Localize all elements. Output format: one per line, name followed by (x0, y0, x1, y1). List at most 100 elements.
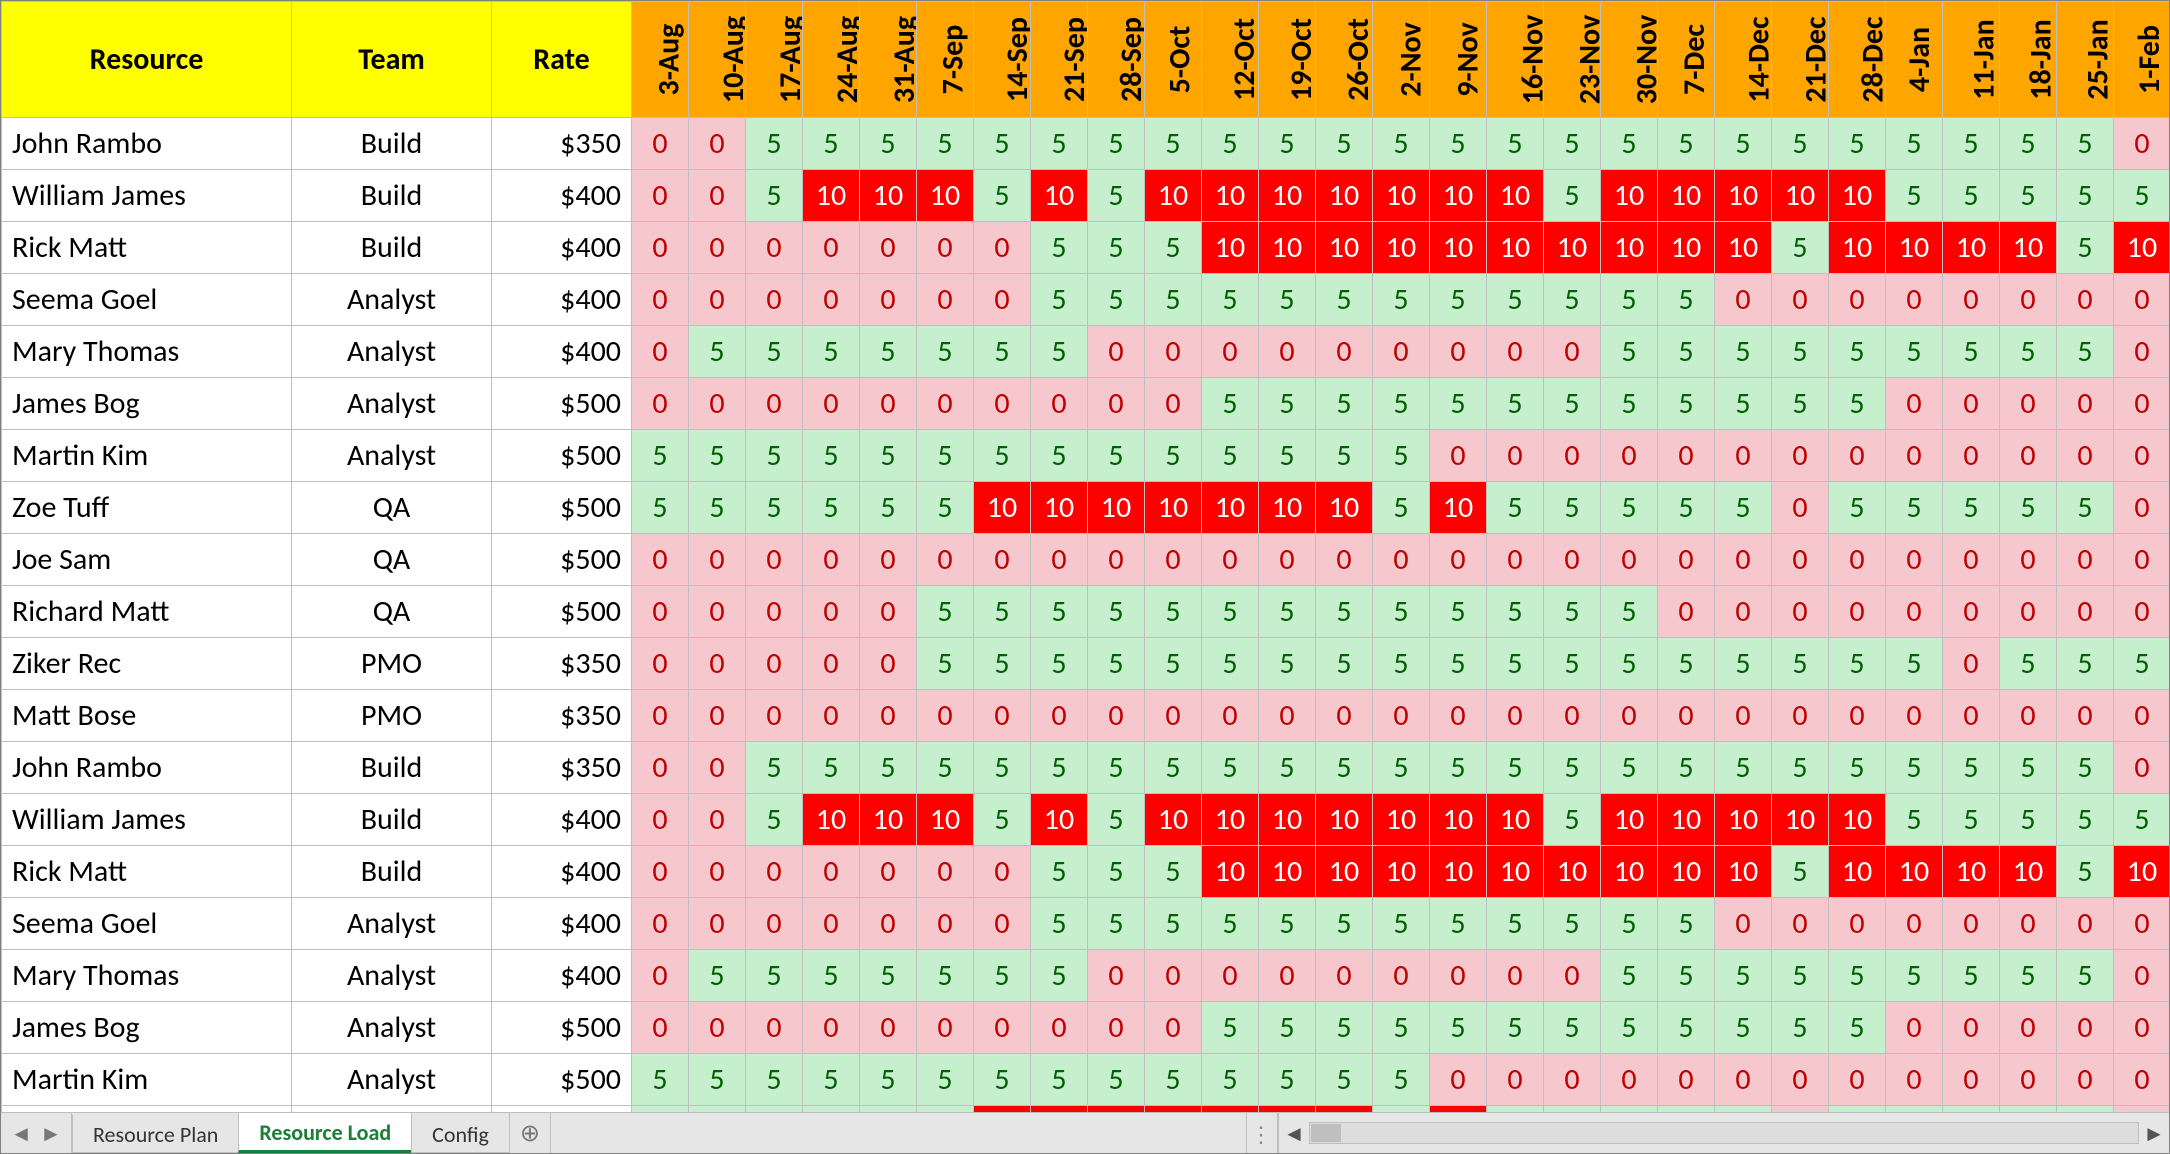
load-cell[interactable]: 0 (860, 638, 917, 690)
load-cell[interactable]: 5 (1373, 586, 1430, 638)
header-date[interactable]: 5-Oct (1145, 2, 1202, 118)
load-cell[interactable]: 0 (689, 170, 746, 222)
load-cell[interactable]: 10 (1658, 846, 1715, 898)
load-cell[interactable]: 5 (1943, 326, 2000, 378)
load-cell[interactable]: 10 (1373, 170, 1430, 222)
load-cell[interactable]: 5 (1031, 950, 1088, 1002)
load-cell[interactable]: 5 (1601, 118, 1658, 170)
load-cell[interactable]: 10 (1886, 222, 1943, 274)
load-cell[interactable]: 5 (974, 742, 1031, 794)
load-cell[interactable]: 0 (1772, 274, 1829, 326)
load-cell[interactable]: 5 (689, 430, 746, 482)
load-cell[interactable]: 5 (1316, 586, 1373, 638)
load-cell[interactable]: 10 (1259, 170, 1316, 222)
load-cell[interactable]: 0 (632, 638, 689, 690)
load-cell[interactable]: 5 (1658, 118, 1715, 170)
load-cell[interactable]: 5 (1829, 118, 1886, 170)
load-cell[interactable]: 10 (1829, 794, 1886, 846)
header-date[interactable]: 24-Aug (803, 2, 860, 118)
load-cell[interactable]: 0 (1430, 1054, 1487, 1106)
load-cell[interactable]: 0 (917, 274, 974, 326)
load-cell[interactable]: 5 (1943, 794, 2000, 846)
load-cell[interactable]: 5 (632, 430, 689, 482)
load-cell[interactable]: 10 (1430, 846, 1487, 898)
load-cell[interactable]: 10 (2000, 846, 2057, 898)
load-cell[interactable]: 5 (1544, 586, 1601, 638)
load-cell[interactable]: 0 (1316, 950, 1373, 1002)
load-cell[interactable]: 5 (1145, 846, 1202, 898)
header-date[interactable]: 21-Sep (1031, 2, 1088, 118)
load-cell[interactable]: 0 (746, 638, 803, 690)
rate-cell[interactable]: $500 (492, 1054, 632, 1106)
load-cell[interactable]: 0 (689, 794, 746, 846)
load-cell[interactable]: 5 (1145, 898, 1202, 950)
load-cell[interactable]: 0 (1715, 274, 1772, 326)
resource-name-cell[interactable]: Joe Sam (2, 534, 292, 586)
load-cell[interactable]: 0 (1088, 534, 1145, 586)
load-cell[interactable]: 5 (917, 742, 974, 794)
load-cell[interactable]: 0 (689, 586, 746, 638)
header-date[interactable]: 14-Sep (974, 2, 1031, 118)
load-cell[interactable]: 5 (1259, 274, 1316, 326)
load-cell[interactable]: 0 (1829, 586, 1886, 638)
load-cell[interactable]: 5 (689, 326, 746, 378)
load-cell[interactable]: 5 (1829, 950, 1886, 1002)
load-cell[interactable]: 0 (689, 638, 746, 690)
load-cell[interactable]: 0 (632, 1002, 689, 1054)
load-cell[interactable]: 5 (689, 482, 746, 534)
load-cell[interactable]: 0 (803, 1002, 860, 1054)
load-cell[interactable]: 5 (1829, 742, 1886, 794)
load-cell[interactable]: 0 (1943, 898, 2000, 950)
load-cell[interactable]: 0 (2057, 274, 2114, 326)
chevron-right-icon[interactable]: ► (40, 1120, 62, 1147)
load-cell[interactable]: 10 (1373, 846, 1430, 898)
load-cell[interactable]: 0 (1886, 430, 1943, 482)
load-cell[interactable]: 5 (1829, 638, 1886, 690)
team-cell[interactable]: Analyst (292, 898, 492, 950)
load-cell[interactable]: 0 (1430, 430, 1487, 482)
load-cell[interactable]: 5 (1316, 430, 1373, 482)
load-cell[interactable]: 5 (2057, 326, 2114, 378)
load-cell[interactable]: 0 (2114, 482, 2170, 534)
load-cell[interactable]: 10 (1202, 222, 1259, 274)
load-cell[interactable]: 0 (1544, 1054, 1601, 1106)
load-cell[interactable]: 5 (1088, 170, 1145, 222)
load-cell[interactable]: 5 (1088, 846, 1145, 898)
load-cell[interactable]: 10 (1943, 222, 2000, 274)
load-cell[interactable]: 5 (917, 1054, 974, 1106)
load-cell[interactable]: 5 (1088, 742, 1145, 794)
load-cell[interactable]: 0 (1658, 690, 1715, 742)
load-cell[interactable]: 5 (917, 118, 974, 170)
load-cell[interactable]: 0 (1145, 1002, 1202, 1054)
scroll-right-arrow[interactable]: ► (2139, 1120, 2169, 1147)
load-cell[interactable]: 5 (974, 326, 1031, 378)
load-cell[interactable]: 0 (1829, 898, 1886, 950)
team-cell[interactable]: PMO (292, 690, 492, 742)
load-cell[interactable]: 10 (1031, 482, 1088, 534)
header-date[interactable]: 26-Oct (1316, 2, 1373, 118)
load-cell[interactable]: 5 (860, 118, 917, 170)
load-cell[interactable]: 0 (2057, 690, 2114, 742)
load-cell[interactable]: 0 (2114, 742, 2170, 794)
load-cell[interactable]: 5 (1373, 378, 1430, 430)
load-cell[interactable]: 0 (2057, 378, 2114, 430)
load-cell[interactable]: 0 (1145, 326, 1202, 378)
load-cell[interactable]: 5 (1487, 378, 1544, 430)
header-date[interactable]: 21-Dec (1772, 2, 1829, 118)
load-cell[interactable]: 0 (2000, 1054, 2057, 1106)
team-cell[interactable]: QA (292, 586, 492, 638)
load-cell[interactable]: 5 (2057, 482, 2114, 534)
load-cell[interactable]: 5 (1715, 482, 1772, 534)
load-cell[interactable]: 0 (1943, 690, 2000, 742)
load-cell[interactable]: 5 (1031, 1054, 1088, 1106)
load-cell[interactable]: 5 (860, 482, 917, 534)
load-cell[interactable]: 5 (1943, 482, 2000, 534)
load-cell[interactable]: 0 (1601, 430, 1658, 482)
load-cell[interactable]: 5 (632, 482, 689, 534)
load-cell[interactable]: 5 (1145, 1054, 1202, 1106)
load-cell[interactable]: 10 (1886, 846, 1943, 898)
load-cell[interactable]: 0 (917, 898, 974, 950)
load-cell[interactable]: 0 (689, 222, 746, 274)
load-cell[interactable]: 5 (1031, 898, 1088, 950)
load-cell[interactable]: 0 (2114, 274, 2170, 326)
